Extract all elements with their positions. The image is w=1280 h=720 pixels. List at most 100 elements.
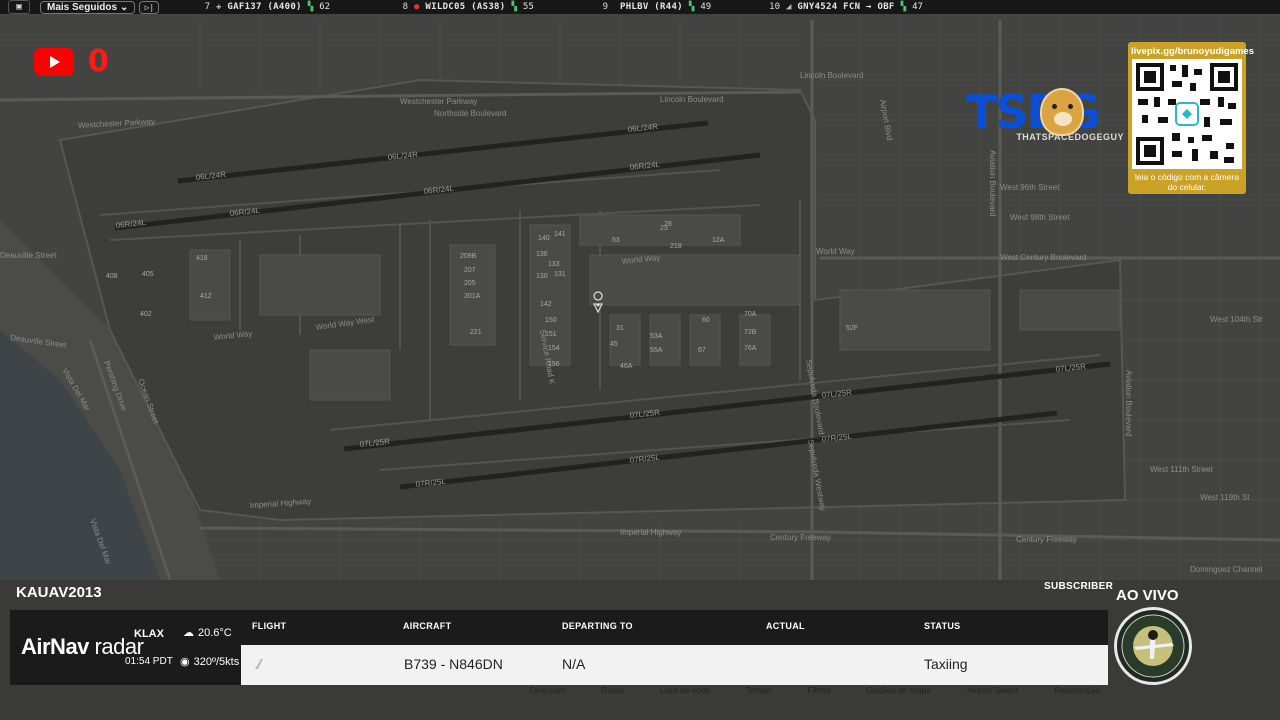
gate-label: 221 bbox=[470, 329, 482, 336]
gate-label: 218 bbox=[670, 243, 682, 250]
gate-label: 405 bbox=[142, 271, 154, 278]
menu-item[interactable]: Radio bbox=[601, 685, 623, 695]
top-flight-item[interactable]: 7 ✚ GAF137 (A400) ▚ 62 bbox=[196, 0, 330, 14]
street-label: Northside Boulevard bbox=[434, 109, 506, 118]
menu-item[interactable]: Tempo bbox=[746, 685, 772, 695]
gate-label: 72B bbox=[744, 329, 757, 336]
gate-label: 201A bbox=[464, 293, 481, 300]
gate-label: 418 bbox=[196, 255, 208, 262]
menu-item[interactable]: Opções de mapa bbox=[866, 685, 931, 695]
bottom-menu: Desl.com Radio Lista de voos Tempo Filtr… bbox=[530, 685, 1100, 695]
gate-label: 154 bbox=[548, 345, 560, 352]
flight-rank: 10 bbox=[769, 2, 780, 12]
gate-label: 209B bbox=[460, 253, 477, 260]
street-label: Century Freeway bbox=[1016, 535, 1077, 544]
menu-item[interactable]: Airport Select bbox=[967, 685, 1018, 695]
cell-status: Taxiing bbox=[924, 656, 968, 672]
menu-item[interactable]: Reprodução bbox=[1054, 685, 1100, 695]
gate-label: 53A bbox=[650, 333, 663, 340]
gate-label: 53 bbox=[612, 237, 620, 244]
gate-label: 151 bbox=[545, 331, 557, 338]
menu-item[interactable]: Filtros bbox=[807, 685, 830, 695]
flight-viewers: 49 bbox=[700, 2, 712, 12]
flight-rank: 7 bbox=[204, 2, 210, 12]
street-label: West 119th St bbox=[1200, 493, 1250, 502]
gate-label: 67 bbox=[698, 347, 706, 354]
flight-rank: 9 bbox=[602, 2, 608, 12]
cell-departing: N/A bbox=[562, 656, 586, 672]
street-label: World Way bbox=[816, 247, 855, 256]
top-flight-item[interactable]: 8 ● WILDC05 (AS38) ▚ 55 bbox=[394, 0, 534, 14]
flight-row[interactable] bbox=[241, 645, 1108, 685]
gate-label: 412 bbox=[200, 293, 212, 300]
plane-icon: ◢ bbox=[786, 2, 792, 12]
top-flight-item[interactable]: 10 ◢ GNY4524 FCN → OBF ▚ 47 bbox=[766, 0, 923, 14]
gate-label: 70A bbox=[744, 311, 757, 318]
flight-viewers: 55 bbox=[522, 2, 534, 12]
street-label: Aviation Boulevard bbox=[1124, 370, 1133, 437]
pix-qr-card[interactable]: livepix.gg/brunoyudigames leia o código … bbox=[1128, 42, 1254, 194]
flight-viewers: 47 bbox=[912, 2, 923, 12]
gate-label: 207 bbox=[464, 267, 476, 274]
header-actual: ACTUAL bbox=[766, 621, 805, 631]
following-dropdown[interactable]: Mais Seguidos ⌄ bbox=[40, 0, 136, 14]
cell-aircraft: B739 - N846DN bbox=[404, 656, 503, 672]
qr-code-icon bbox=[1132, 59, 1242, 169]
gate-label: 408 bbox=[106, 273, 118, 280]
youtube-counter: 0 bbox=[34, 44, 109, 79]
gate-label: 52F bbox=[846, 325, 858, 332]
street-label: West 111th Street bbox=[1150, 465, 1213, 474]
top-flight-item[interactable]: 9 PHLBV (R44) ▚ 49 bbox=[594, 0, 712, 14]
header-flight: FLIGHT bbox=[252, 621, 287, 631]
flight-callsign: GNY4524 FCN → OBF bbox=[797, 2, 895, 12]
menu-item[interactable]: Desl.com bbox=[530, 685, 565, 695]
local-time: 01:54 PDT bbox=[125, 656, 173, 667]
street-label: Westchester Parkway bbox=[400, 97, 477, 106]
subscriber-label: SUBSCRIBER bbox=[1044, 581, 1114, 592]
gate-label: 150 bbox=[545, 317, 557, 324]
street-label: Lincoln Boulevard bbox=[800, 71, 864, 80]
chevron-down-icon: ⌄ bbox=[120, 1, 129, 13]
street-label: Aviation Boulevard bbox=[988, 150, 997, 217]
gate-label: 76A bbox=[744, 345, 757, 352]
viewers-icon: ▚ bbox=[688, 2, 695, 12]
gate-label: 28 bbox=[664, 221, 672, 228]
viewers-icon: ▚ bbox=[900, 2, 907, 12]
gate-label: 142 bbox=[540, 301, 552, 308]
gate-label: 136 bbox=[536, 251, 548, 258]
street-label: West 104th Str bbox=[1210, 315, 1263, 324]
gate-label: 46A bbox=[620, 363, 633, 370]
viewers-icon: ▚ bbox=[511, 2, 517, 12]
menu-item[interactable]: Lista de voos bbox=[660, 685, 710, 695]
weather-wind: ◉ 320º/5kts bbox=[180, 655, 239, 669]
street-label: West 98th Street bbox=[1010, 213, 1070, 222]
gate-label: 60 bbox=[702, 317, 710, 324]
menu-icon[interactable]: ▣ bbox=[8, 0, 30, 14]
flight-callsign: GAF137 (A400) bbox=[227, 2, 302, 12]
street-label: Dominguez Channel bbox=[1190, 565, 1263, 574]
brand-bold: AirNav bbox=[21, 634, 89, 659]
street-label: Deauville Street bbox=[0, 251, 57, 260]
gate-label: 133 bbox=[548, 261, 560, 268]
gate-label: 55A bbox=[650, 347, 663, 354]
skip-next-icon[interactable]: ▷| bbox=[139, 0, 160, 14]
gate-label: 205 bbox=[464, 280, 476, 287]
youtube-count: 0 bbox=[88, 44, 109, 79]
gate-label: 131 bbox=[554, 271, 566, 278]
flight-callsign: WILDC05 (AS38) bbox=[425, 2, 506, 12]
airline-tail-icon bbox=[255, 659, 263, 669]
streamer-username: KAUAV2013 bbox=[16, 584, 102, 601]
weather-temp: ☁ 20.6°C bbox=[183, 626, 232, 640]
gate-label: 12A bbox=[712, 237, 725, 244]
street-label: Lincoln Boulevard bbox=[660, 95, 724, 104]
header-status: STATUS bbox=[924, 621, 961, 631]
gate-label: 402 bbox=[140, 311, 152, 318]
street-label: Century Freeway bbox=[770, 533, 831, 542]
qr-url: livepix.gg/brunoyudigames bbox=[1131, 46, 1254, 57]
top-bar: ▣ Mais Seguidos ⌄ ▷| 7 ✚ GAF137 (A400) ▚… bbox=[0, 0, 1280, 14]
gate-label: 156 bbox=[548, 361, 560, 368]
gate-label: 140 bbox=[538, 235, 550, 242]
gate-label: 141 bbox=[554, 231, 566, 238]
airline-logo-icon: ● bbox=[414, 2, 420, 12]
following-label: Mais Seguidos bbox=[47, 1, 118, 13]
